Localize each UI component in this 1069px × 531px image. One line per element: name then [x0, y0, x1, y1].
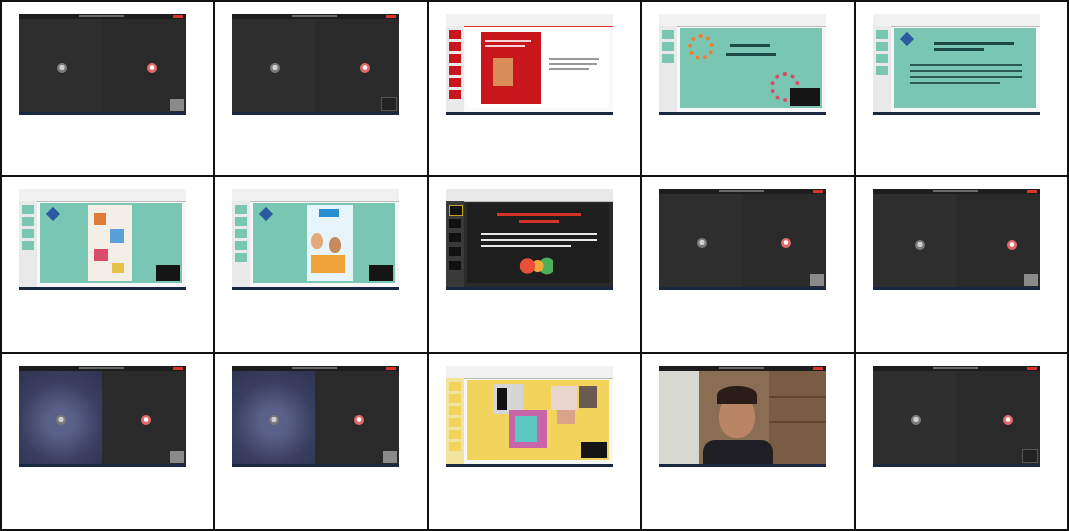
meeting-screenshot: [232, 366, 400, 467]
meeting-screenshot: [232, 14, 400, 115]
meeting-screenshot: [19, 366, 186, 467]
slide-screenshot: [659, 14, 827, 115]
self-view-thumbnail: [1021, 449, 1038, 463]
participant-avatar: [57, 63, 67, 73]
participant-avatar: [1006, 240, 1017, 250]
slide-screenshot: [872, 14, 1040, 115]
grid-cell-r2c1: [0, 175, 216, 354]
screenshot-grid: [0, 0, 1069, 531]
grid-cell-r1c1: [0, 0, 216, 177]
grid-cell-r3c5: [853, 352, 1069, 531]
slide-screenshot: [19, 189, 186, 290]
meeting-screenshot: [872, 189, 1040, 290]
participant-avatar: [1002, 415, 1013, 425]
grid-cell-r3c1: [0, 352, 216, 531]
meeting-screenshot: [659, 189, 827, 290]
grid-cell-r1c3: [426, 0, 643, 177]
self-view-thumbnail: [170, 451, 184, 463]
webcam-screenshot: [659, 366, 827, 467]
grid-cell-r2c2: [213, 175, 429, 354]
grid-cell-r1c4: [640, 0, 856, 177]
grid-cell-r1c2: [213, 0, 429, 177]
participant-avatar: [147, 63, 157, 73]
slide-screenshot: [445, 14, 613, 115]
self-view-thumbnail: [381, 97, 398, 111]
self-view-thumbnail: [810, 274, 825, 286]
self-view-thumbnail: [383, 451, 398, 463]
participant-avatar: [910, 415, 921, 425]
participant-avatar: [56, 415, 66, 425]
grid-cell-r2c4: [640, 175, 856, 354]
participant-avatar: [914, 240, 925, 250]
slide-screenshot: [445, 366, 613, 467]
participant-avatar: [141, 415, 151, 425]
self-view-thumbnail: [170, 99, 184, 111]
self-view-thumbnail: [1023, 274, 1038, 286]
grid-cell-r3c3: [426, 352, 643, 531]
grid-cell-r2c3: [426, 175, 643, 354]
grid-cell-r3c2: [213, 352, 429, 531]
grid-cell-r3c4: [640, 352, 856, 531]
grid-cell-r2c5: [853, 175, 1069, 354]
slide-screenshot: [445, 189, 613, 290]
slide-screenshot: [232, 189, 400, 290]
grid-cell-r1c5: [853, 0, 1069, 177]
meeting-screenshot: [872, 366, 1040, 467]
meeting-screenshot: [19, 14, 186, 115]
